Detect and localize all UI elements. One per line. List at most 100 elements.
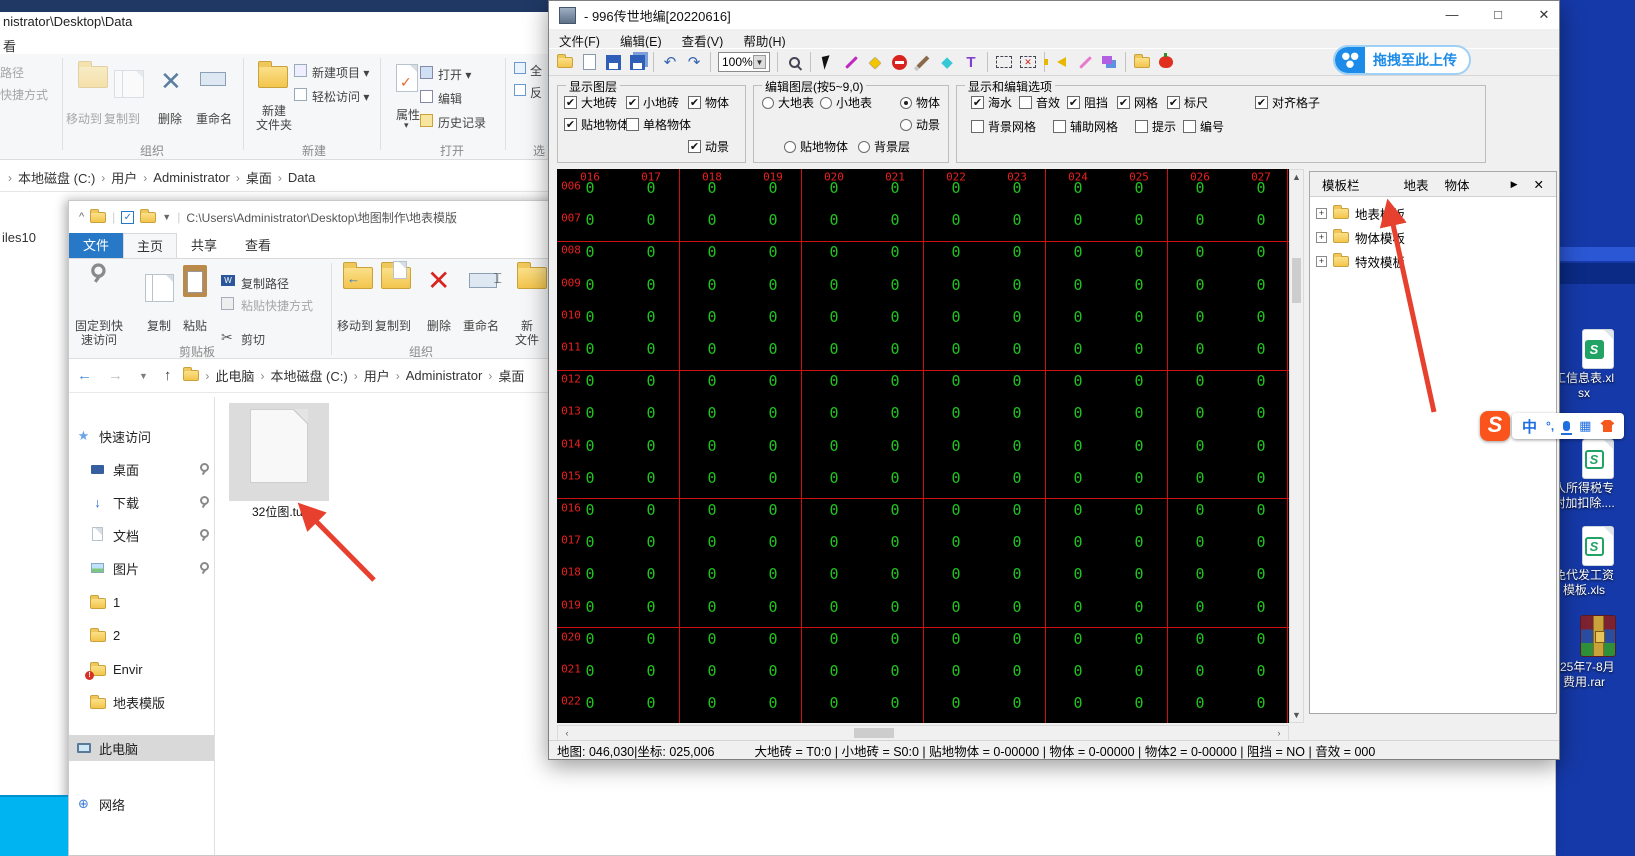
breadcrumb-item[interactable]: Administrator (402, 368, 487, 383)
menu-edit[interactable]: 编辑(E) (610, 29, 672, 48)
scroll-up-arrow[interactable]: ▲ (1290, 170, 1303, 184)
eraser-icon[interactable]: ◆ (936, 51, 958, 73)
easy-access-button[interactable]: 轻松访问 ▾ (312, 88, 369, 105)
checkbox-sound-effect[interactable]: 音效 (1019, 94, 1060, 111)
checkbox-block[interactable]: ✔阻挡 (1067, 94, 1108, 111)
save-icon[interactable] (602, 51, 624, 73)
desktop-icon-0[interactable]: S工信息表.xlsx (1560, 330, 1635, 401)
breadcrumb-item[interactable]: 本地磁盘 (C:) (266, 366, 351, 385)
breadcrumb-item[interactable]: 桌面 (242, 168, 276, 187)
minimize-button[interactable]: — (1435, 3, 1469, 27)
checkmark-icon[interactable]: ✓ (121, 211, 134, 224)
tree-expander-icon[interactable]: + (1316, 232, 1327, 243)
undo-icon[interactable]: ↶ (659, 51, 681, 73)
radio-circle[interactable] (900, 119, 912, 131)
horizontal-scrollbar[interactable]: ‹ › (557, 725, 1289, 741)
scroll-right-arrow[interactable]: › (1272, 726, 1286, 741)
checkbox-helper-grid[interactable]: 辅助网格 (1053, 118, 1118, 135)
checkbox-ground-object[interactable]: ✔贴地物体 (564, 116, 629, 133)
panel-close-icon[interactable]: ✕ (1526, 175, 1552, 194)
radio-background-layer[interactable]: 背景层 (858, 138, 910, 155)
import-folder-icon[interactable] (1131, 51, 1153, 73)
sogou-logo-icon[interactable]: S (1480, 411, 1510, 441)
ruler-icon[interactable]: T (960, 51, 982, 73)
brush-icon[interactable] (912, 51, 934, 73)
drag-upload-button[interactable]: 拖拽至此上传 (1333, 45, 1471, 75)
desktop-icon-2[interactable]: S免代发工资模板.xls (1560, 527, 1635, 598)
copy-path-button[interactable]: 路径 (0, 64, 24, 81)
checkbox-box[interactable]: ✔ (1167, 96, 1180, 109)
rename-button[interactable]: 重命名 (463, 317, 499, 334)
tomato-icon[interactable] (1155, 51, 1177, 73)
menu-file[interactable]: 文件(F) (549, 29, 610, 48)
copy-to-button[interactable]: 复制到 (375, 317, 411, 334)
checkbox-single-cell-object[interactable]: 单格物体 (626, 116, 691, 133)
tab-home[interactable]: 主页 (123, 233, 177, 258)
select-all-partial[interactable]: 全 (530, 62, 542, 79)
delete-button[interactable]: 删除 (427, 317, 451, 334)
move-to-button[interactable]: 移动到 (337, 317, 373, 334)
checkbox-ruler[interactable]: ✔标尺 (1167, 94, 1208, 111)
delete-button[interactable]: 删除 (158, 110, 182, 127)
tree-item-2[interactable]: +特效模板 (1310, 250, 1556, 273)
new-folder-line2[interactable]: 文件 (515, 331, 539, 348)
menu-help[interactable]: 帮助(H) (733, 29, 795, 48)
checkbox-box[interactable]: ✔ (564, 96, 577, 109)
checkbox-background-grid[interactable]: 背景网格 (971, 118, 1036, 135)
sidebar-item-4[interactable]: 图片 (69, 555, 214, 581)
editor-titlebar[interactable]: - 996传世地编[20220616] (549, 1, 1559, 29)
breadcrumb-item[interactable]: Data (284, 170, 319, 185)
clear-rect-icon[interactable]: ✕ (1017, 51, 1039, 73)
tab-view[interactable]: 查看 (231, 233, 285, 258)
breadcrumb-item[interactable]: 用户 (360, 366, 394, 385)
skin-icon[interactable] (1600, 420, 1614, 432)
checkbox-big-tile[interactable]: ✔大地砖 (564, 94, 617, 111)
pin-to-quick-access-line2[interactable]: 速访问 (81, 331, 117, 348)
checkbox-box[interactable]: ✔ (1067, 96, 1080, 109)
breadcrumb-item[interactable]: 桌面 (494, 366, 528, 385)
new-item-button[interactable]: 新建项目 ▾ (312, 64, 369, 81)
desktop-icon-3[interactable]: 025年7-8月费用.rar (1560, 615, 1635, 690)
layers-icon[interactable] (1098, 51, 1120, 73)
close-button[interactable]: ✕ (1527, 3, 1561, 27)
sidebar-item-9[interactable]: 此电脑 (69, 735, 214, 761)
tree-expander-icon[interactable]: + (1316, 208, 1327, 219)
copy-to-button[interactable]: 复制到 (104, 110, 140, 127)
chevron-down-icon[interactable]: ▼ (162, 212, 171, 222)
breadcrumb-item[interactable]: 此电脑 (211, 366, 258, 385)
waypoint-icon[interactable]: ◆ (864, 51, 886, 73)
redo-icon[interactable]: ↷ (683, 51, 705, 73)
forward-button[interactable]: → (100, 367, 131, 384)
back-button[interactable]: ← (69, 367, 100, 384)
tab-share[interactable]: 共享 (177, 233, 231, 258)
copy-button[interactable]: 复制 (147, 317, 171, 334)
new-file-icon[interactable] (578, 51, 600, 73)
sidebar-item-0[interactable]: ★快速访问 (69, 423, 214, 449)
edit-button[interactable]: 编辑 (438, 90, 462, 107)
sogou-input-bar[interactable]: S 中 °, ▦ (1480, 411, 1624, 441)
tree-item-1[interactable]: +物体模板 (1310, 226, 1556, 249)
tree-item-partial[interactable]: iles10 (2, 230, 36, 245)
preview-icon[interactable] (783, 51, 805, 73)
checkbox-box[interactable] (1053, 120, 1066, 133)
radio-circle[interactable] (900, 97, 912, 109)
checkbox-box[interactable]: ✔ (626, 96, 639, 109)
file-tile-selected[interactable] (229, 403, 329, 501)
sidebar-item-1[interactable]: 桌面 (69, 456, 214, 482)
zoom-level-select[interactable]: 100%▼ (718, 52, 770, 72)
desktop-icon-1[interactable]: S人所得税专附加扣除.... (1560, 440, 1635, 511)
panel-more-arrow-icon[interactable]: ▶ (1503, 177, 1526, 192)
checkbox-box[interactable] (1019, 96, 1032, 109)
tab-surface[interactable]: 地表 (1396, 173, 1437, 196)
vertical-scrollbar[interactable]: ▲ ▼ (1289, 169, 1304, 723)
properties-dropdown-arrow[interactable]: ▾ (404, 120, 409, 131)
breadcrumb-item[interactable]: 本地磁盘 (C:) (14, 168, 99, 187)
radio-object[interactable]: 物体 (900, 94, 940, 111)
tab-view-partial[interactable]: 看 (3, 36, 16, 55)
tree-item-0[interactable]: +地表模板 (1310, 202, 1556, 225)
history-button[interactable]: 历史记录 (438, 114, 486, 131)
tree-expander-icon[interactable]: + (1316, 256, 1327, 267)
copy-path-button[interactable]: 复制路径 (241, 275, 289, 292)
breadcrumb-item[interactable]: 用户 (107, 168, 141, 187)
stop-icon[interactable] (888, 51, 910, 73)
